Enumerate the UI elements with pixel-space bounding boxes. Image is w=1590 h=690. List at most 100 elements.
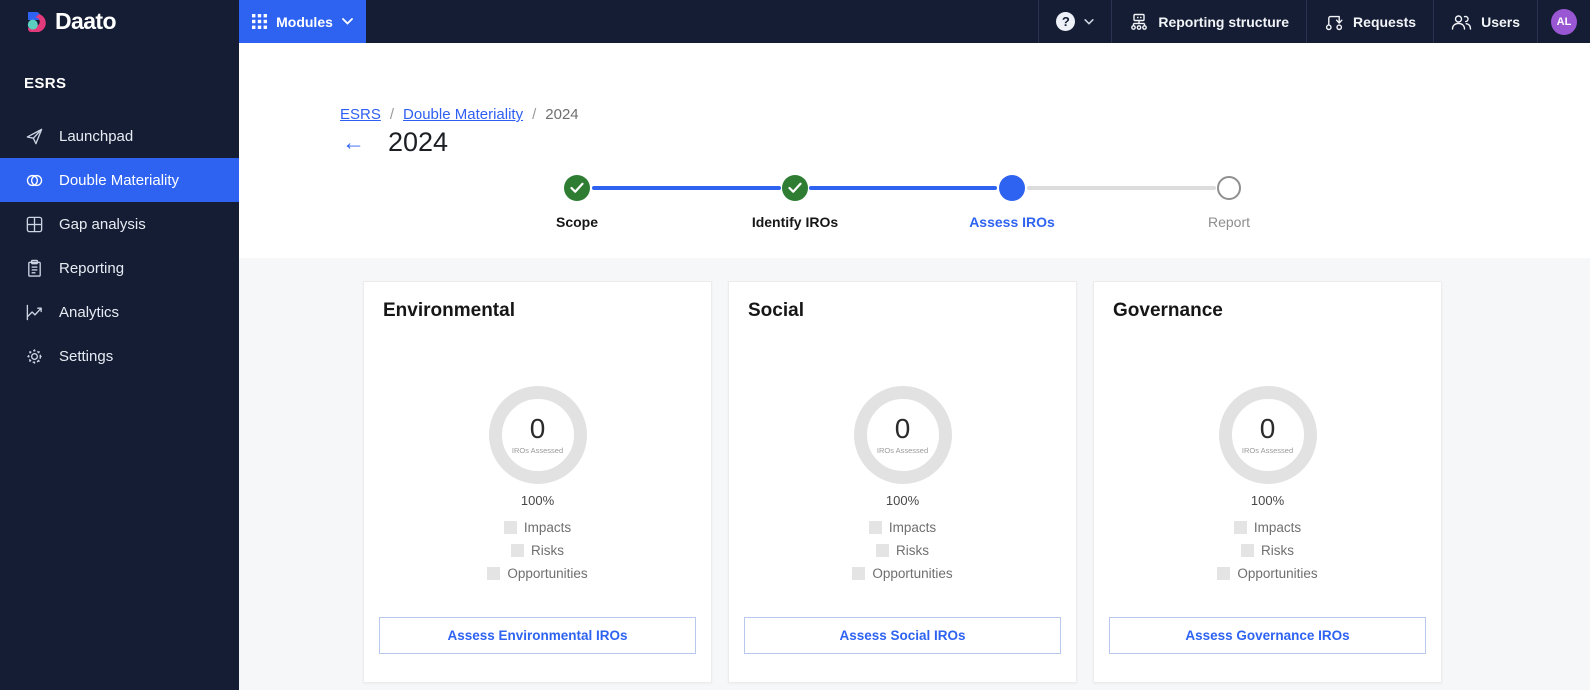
chevron-down-icon [341, 18, 353, 25]
legend-item-risks: Risks [1241, 543, 1294, 558]
card-social: Social 0 IROs Assessed 100% Impacts Risk… [728, 281, 1077, 683]
legend-item-opportunities: Opportunities [1217, 566, 1318, 581]
legend-swatch [1217, 567, 1231, 580]
breadcrumb-current: 2024 [545, 106, 579, 123]
legend-swatch [1241, 544, 1254, 557]
legend-swatch [852, 567, 866, 580]
topbar-right-cluster: ? Reporting structure Requests Users AL [1038, 0, 1590, 43]
breadcrumb-separator: / [389, 106, 395, 123]
nav-label: Requests [1353, 13, 1417, 30]
card-governance: Governance 0 IROs Assessed 100% Impacts [1093, 281, 1442, 683]
legend-label: Impacts [888, 520, 937, 535]
donut-chart: 0 IROs Assessed [379, 386, 696, 484]
iros-assessed-count: 0 [1259, 413, 1276, 444]
iros-assessed-count: 0 [529, 413, 546, 444]
donut-chart: 0 IROs Assessed [1109, 386, 1426, 484]
chevron-down-icon [1084, 18, 1094, 25]
step-report[interactable]: Report [1149, 175, 1309, 230]
step-upcoming-dot [1217, 176, 1241, 200]
donut-ring: 0 IROs Assessed [1218, 386, 1317, 484]
sidebar-item-label: Gap analysis [59, 215, 146, 233]
assess-environmental-iros-button[interactable]: Assess Environmental IROs [379, 617, 696, 654]
legend-swatch [876, 544, 889, 557]
step-assess-iros[interactable]: Assess IROs [932, 175, 1092, 230]
help-menu[interactable]: ? [1038, 0, 1111, 43]
sidebar-section-title: ESRS [24, 75, 67, 92]
legend-label: Opportunities [507, 566, 588, 581]
sidebar-item-label: Settings [59, 347, 114, 365]
legend-label: Risks [1261, 543, 1294, 558]
legend-item-opportunities: Opportunities [487, 566, 588, 581]
nav-requests[interactable]: Requests [1306, 0, 1433, 43]
legend-label: Impacts [1253, 520, 1302, 535]
sidebar-item-settings[interactable]: Settings [0, 334, 239, 378]
modules-label: Modules [276, 13, 333, 30]
iros-assessed-label: IROs Assessed [1241, 446, 1294, 455]
step-scope[interactable]: Scope [497, 175, 657, 230]
breadcrumb-link-esrs[interactable]: ESRS [340, 106, 381, 123]
sidebar-item-label: Launchpad [59, 127, 134, 145]
breadcrumb-separator: / [532, 106, 537, 123]
card-title: Environmental [383, 300, 515, 321]
iros-assessed-label: IROs Assessed [511, 446, 564, 455]
page-title: 2024 [388, 127, 449, 157]
step-active-dot [999, 175, 1025, 201]
legend-item-impacts: Impacts [1233, 520, 1302, 535]
org-chart-icon [1129, 12, 1149, 32]
legend-label: Opportunities [872, 566, 953, 581]
breadcrumb-link-double-materiality[interactable]: Double Materiality [403, 106, 523, 123]
legend-label: Opportunities [1237, 566, 1318, 581]
logo-text: Daato [55, 8, 117, 34]
iros-assessed-count: 0 [894, 413, 911, 444]
clipboard-icon [24, 259, 44, 278]
step-label: Assess IROs [969, 214, 1055, 230]
nav-label: Reporting structure [1158, 13, 1290, 30]
sidebar-item-launchpad[interactable]: Launchpad [0, 114, 239, 158]
avatar-group[interactable]: AL [1537, 0, 1590, 43]
step-label: Report [1207, 214, 1251, 230]
nav-users[interactable]: Users [1433, 0, 1537, 43]
assess-social-iros-button[interactable]: Assess Social IROs [744, 617, 1061, 654]
title-row: ← 2024 [342, 127, 448, 158]
legend-label: Risks [531, 543, 564, 558]
breadcrumb: ESRS / Double Materiality / 2024 [340, 106, 579, 123]
sidebar-item-label: Double Materiality [59, 171, 180, 189]
sidebar: ESRS Launchpad Double Materiality Gap an… [0, 43, 239, 690]
legend-swatch [503, 521, 517, 534]
legend-swatch [868, 521, 882, 534]
donut-legend: Impacts Risks Opportunities [744, 520, 1061, 581]
legend-item-opportunities: Opportunities [852, 566, 953, 581]
iros-assessed-label: IROs Assessed [876, 446, 929, 455]
assess-governance-iros-button[interactable]: Assess Governance IROs [1109, 617, 1426, 654]
avatar[interactable]: AL [1551, 8, 1577, 35]
sidebar-item-double-materiality[interactable]: Double Materiality [0, 158, 239, 202]
legend-label: Risks [896, 543, 929, 558]
nav-reporting-structure[interactable]: Reporting structure [1111, 0, 1306, 43]
legend-swatch [487, 567, 501, 580]
sidebar-item-analytics[interactable]: Analytics [0, 290, 239, 334]
sidebar-item-label: Analytics [59, 303, 120, 321]
daato-logo[interactable]: Daato [0, 0, 239, 43]
step-label: Identify IROs [751, 214, 839, 230]
step-completed-check-icon [782, 175, 808, 201]
page-header: ESRS / Double Materiality / 2024 ← 2024 … [239, 43, 1590, 258]
step-completed-check-icon [564, 175, 590, 201]
modules-button[interactable]: Modules [239, 0, 366, 43]
main-content: ESRS / Double Materiality / 2024 ← 2024 … [239, 43, 1590, 690]
donut-percent: 100% [1250, 493, 1285, 508]
daato-logo-icon [26, 11, 48, 33]
card-title: Governance [1113, 300, 1223, 321]
step-label: Scope [555, 214, 598, 230]
donut-ring: 0 IROs Assessed [488, 386, 587, 484]
grid-squares-icon [24, 215, 44, 234]
overlapping-circles-icon [24, 171, 44, 190]
sidebar-item-gap-analysis[interactable]: Gap analysis [0, 202, 239, 246]
legend-item-impacts: Impacts [868, 520, 937, 535]
legend-label: Impacts [523, 520, 572, 535]
workflow-arrow-icon [1324, 12, 1344, 32]
back-arrow-button[interactable]: ← [342, 131, 365, 154]
donut-percent: 100% [520, 493, 555, 508]
sidebar-item-reporting[interactable]: Reporting [0, 246, 239, 290]
grid-icon [252, 14, 268, 29]
step-identify-iros[interactable]: Identify IROs [715, 175, 875, 230]
